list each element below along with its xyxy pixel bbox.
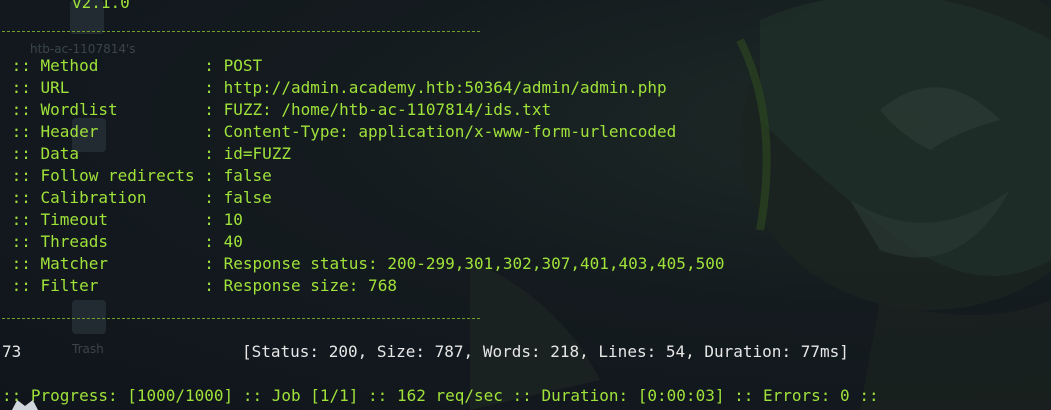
config-value: 40 (223, 232, 243, 251)
config-key: :: Header (2, 122, 205, 141)
config-key: :: Threads (2, 232, 205, 251)
config-separator: : (204, 276, 224, 295)
config-key: :: Data (2, 144, 205, 163)
progress-line: :: Progress: [1000/1000] :: Job [1/1] ::… (2, 386, 879, 405)
config-row: :: Header : Content-Type: application/x-… (2, 121, 677, 143)
terminal-output: v2.1.0 :: Method : POST :: URL : http://… (0, 0, 1051, 410)
config-key: :: Matcher (2, 254, 205, 273)
config-separator: : (204, 144, 224, 163)
config-row: :: Method : POST (2, 55, 262, 77)
config-value: Response status: 200-299,301,302,307,401… (223, 254, 725, 273)
config-row: :: Matcher : Response status: 200-299,30… (2, 253, 725, 275)
config-separator: : (204, 166, 224, 185)
separator-bottom (2, 318, 480, 319)
config-row: :: Data : id=FUZZ (2, 143, 291, 165)
config-separator: : (204, 122, 224, 141)
config-row: :: Calibration : false (2, 187, 272, 209)
config-separator: : (204, 56, 224, 75)
config-row: :: Timeout : 10 (2, 209, 243, 231)
config-key: :: URL (2, 78, 205, 97)
config-row: :: URL : http://admin.academy.htb:50364/… (2, 77, 667, 99)
config-key: :: Filter (2, 276, 205, 295)
version-text: v2.1.0 (72, 0, 130, 12)
config-row: :: Follow redirects : false (2, 165, 272, 187)
result-word: 73 (2, 342, 22, 361)
config-row: :: Wordlist : FUZZ: /home/htb-ac-1107814… (2, 99, 551, 121)
config-separator: : (204, 100, 224, 119)
config-value: Content-Type: application/x-www-form-url… (223, 122, 677, 141)
config-separator: : (204, 78, 224, 97)
config-separator: : (204, 232, 224, 251)
result-details: [Status: 200, Size: 787, Words: 218, Lin… (242, 342, 849, 361)
config-separator: : (204, 188, 224, 207)
config-row: :: Filter : Response size: 768 (2, 275, 397, 297)
config-value: id=FUZZ (223, 144, 291, 163)
config-row: :: Threads : 40 (2, 231, 243, 253)
config-value: FUZZ: /home/htb-ac-1107814/ids.txt (223, 100, 552, 119)
config-separator: : (204, 210, 224, 229)
config-key: :: Follow redirects (2, 166, 205, 185)
config-value: false (223, 188, 272, 207)
terminal-window: htb-ac-1107814's Trash v2.1.0 :: Method … (0, 0, 1051, 410)
config-key: :: Method (2, 56, 205, 75)
config-value: 10 (223, 210, 243, 229)
config-key: :: Wordlist (2, 100, 205, 119)
config-value: false (223, 166, 272, 185)
config-value: Response size: 768 (223, 276, 397, 295)
config-key: :: Calibration (2, 188, 205, 207)
separator-top (2, 31, 480, 32)
config-value: POST (223, 56, 263, 75)
config-separator: : (204, 254, 224, 273)
config-key: :: Timeout (2, 210, 205, 229)
config-value: http://admin.academy.htb:50364/admin/adm… (223, 78, 667, 97)
